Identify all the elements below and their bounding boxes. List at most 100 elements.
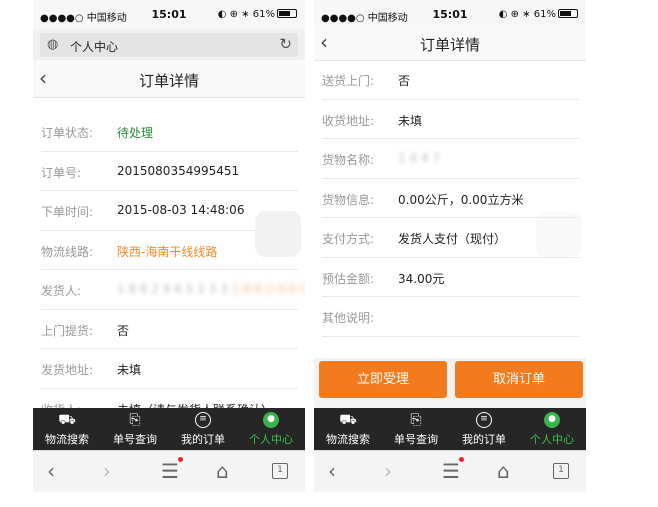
tab-bar: ⛟ 物流搜索 ⎘ 单号查询 ≡ 我的订单 ● 个人中心 — [33, 408, 305, 450]
phone-screen-left: ●●●●○ 中国移动 15:01 ◐ ⊕ ∗ 61% ◍ 个人中心 ↻ ‹ 订单… — [33, 0, 305, 492]
tab-label: 个人中心 — [249, 433, 293, 446]
status-bar: ●●●●○ 中国移动 15:01 ◐ ⊕ ∗ 61% — [314, 0, 586, 24]
battery-indicator: ◐ ⊕ ∗ 61% — [218, 9, 297, 20]
truck-icon: ⛟ — [58, 412, 76, 428]
row-pickup: 上门提货: 否 — [41, 310, 298, 349]
list-icon: ≡ — [195, 412, 211, 428]
row-label: 货物信息: — [322, 192, 375, 207]
list-icon: ≡ — [476, 412, 492, 428]
url-field[interactable]: ◍ 个人中心 ↻ — [40, 33, 298, 57]
tab-logistics-search[interactable]: ⛟ 物流搜索 — [33, 408, 101, 450]
row-label: 下单时间: — [41, 205, 94, 219]
tab-bar: ⛟ 物流搜索 ⎘ 单号查询 ≡ 我的订单 ● 个人中心 — [314, 408, 586, 450]
tabs-count-button[interactable]: 1 — [272, 463, 288, 479]
status-bar: ●●●●○ 中国移动 15:01 ◐ ⊕ ∗ 61% — [33, 0, 305, 30]
row-label: 上门提货: — [41, 323, 94, 338]
browser-toolbar: ‹ › ☰ ⌂ 1 — [33, 450, 305, 492]
browser-menu-icon[interactable]: ☰ — [442, 459, 460, 483]
row-receive-address: 收货地址: 未填 — [322, 100, 579, 139]
user-icon: ● — [544, 412, 560, 428]
browser-back-icon[interactable]: ‹ — [47, 459, 55, 483]
tab-profile[interactable]: ● 个人中心 — [237, 408, 305, 450]
globe-icon: ◍ — [47, 37, 59, 52]
browser-back-icon[interactable]: ‹ — [328, 459, 336, 483]
row-order-status: 订单状态: 待处理 — [41, 112, 298, 152]
shipper-value: 1 8 6 2 9 6 5 2 3 3 1 8 6 2 9 6 5 2 3 3 — [117, 282, 305, 296]
browser-forward-icon[interactable]: › — [384, 459, 392, 483]
battery-percent: 61% — [252, 9, 275, 20]
row-label: 预估金额: — [322, 271, 375, 286]
delivery-value: 否 — [398, 74, 411, 88]
row-label: 订单状态: — [41, 126, 94, 140]
tab-my-orders[interactable]: ≡ 我的订单 — [169, 408, 237, 450]
tab-label: 物流搜索 — [45, 433, 89, 446]
estimate-value: 34.00元 — [398, 271, 445, 286]
tabs-count-button[interactable]: 1 — [553, 463, 569, 479]
document-search-icon: ⎘ — [410, 412, 422, 428]
browser-menu-icon[interactable]: ☰ — [161, 459, 179, 483]
truck-icon: ⛟ — [339, 412, 357, 428]
tab-label: 我的订单 — [462, 433, 506, 446]
battery-icon — [558, 9, 578, 18]
row-label: 货物名称: — [322, 153, 375, 167]
logistics-line-value[interactable]: 陕西-海南干线线路 — [117, 243, 217, 260]
row-goods-name: 货物名称: 1 4 4 7 — [322, 139, 579, 179]
nav-bar: ‹ 订单详情 — [33, 60, 305, 98]
order-time-value: 2015-08-03 14:48:06 — [117, 203, 245, 217]
order-detail-list: 订单状态: 待处理 订单号: 2015080354995451 下单时间: 20… — [33, 112, 305, 428]
home-icon[interactable]: ⌂ — [216, 459, 229, 483]
row-ship-address: 发货地址: 未填 — [41, 349, 298, 389]
address-bar: ◍ 个人中心 ↻ — [33, 30, 305, 60]
row-label: 收货地址: — [322, 113, 375, 128]
tab-label: 我的订单 — [181, 433, 225, 446]
row-shipper: 发货人: 1 8 6 2 9 6 5 2 3 3 1 8 6 2 9 6 5 2… — [41, 270, 305, 310]
row-label: 发货人: — [41, 284, 82, 298]
shipper-phone-link-blurred[interactable]: 1 8 6 2 9 6 5 2 3 3 — [232, 282, 305, 296]
row-label: 支付方式: — [322, 232, 375, 246]
receive-address-value: 未填 — [398, 113, 423, 128]
action-bar: 立即受理 取消订单 — [314, 358, 586, 408]
row-label: 物流线路: — [41, 244, 94, 259]
row-notes: 其他说明: — [322, 297, 579, 337]
order-detail-list: 送货上门: 否 收货地址: 未填 货物名称: 1 4 4 7 货物信息: 0.0… — [314, 60, 586, 337]
ship-address-value: 未填 — [117, 363, 142, 377]
nav-bar: ‹ 订单详情 — [314, 24, 586, 61]
row-estimate: 预估金额: 34.00元 — [322, 258, 579, 297]
notification-dot — [459, 457, 464, 462]
row-label: 订单号: — [41, 165, 82, 180]
floating-assistive-button[interactable] — [536, 211, 582, 257]
tab-my-orders[interactable]: ≡ 我的订单 — [450, 408, 518, 450]
battery-percent: 61% — [533, 9, 556, 20]
notification-dot — [178, 457, 183, 462]
home-icon[interactable]: ⌂ — [497, 459, 510, 483]
row-label: 送货上门: — [322, 74, 375, 88]
reload-icon[interactable]: ↻ — [279, 35, 292, 53]
row-delivery: 送货上门: 否 — [322, 60, 579, 100]
goods-info-value: 0.00公斤，0.00立方米 — [398, 192, 524, 207]
tab-label: 单号查询 — [394, 433, 438, 446]
browser-toolbar: ‹ › ☰ ⌂ 1 — [314, 450, 586, 492]
tab-label: 个人中心 — [530, 433, 574, 446]
tab-logistics-search[interactable]: ⛟ 物流搜索 — [314, 408, 382, 450]
order-status-value: 待处理 — [117, 126, 154, 140]
document-search-icon: ⎘ — [129, 412, 141, 428]
goods-name-value: 1 4 4 7 — [398, 151, 440, 165]
tab-label: 单号查询 — [113, 433, 157, 446]
row-order-number: 订单号: 2015080354995451 — [41, 152, 298, 191]
cancel-order-button[interactable]: 取消订单 — [455, 361, 583, 398]
battery-icon — [277, 9, 297, 18]
payment-value: 发货人支付（现付） — [398, 232, 507, 246]
pickup-value: 否 — [117, 323, 130, 338]
browser-forward-icon[interactable]: › — [103, 459, 111, 483]
url-text: 个人中心 — [70, 40, 119, 54]
order-number-value: 2015080354995451 — [117, 163, 240, 178]
floating-assistive-button[interactable] — [255, 211, 301, 257]
shipper-phone-blurred: 1 8 6 2 9 6 5 2 3 3 — [117, 282, 228, 296]
tab-label: 物流搜索 — [326, 433, 370, 446]
accept-order-button[interactable]: 立即受理 — [319, 361, 447, 398]
page-title: 订单详情 — [138, 72, 199, 90]
tab-tracking-query[interactable]: ⎘ 单号查询 — [382, 408, 450, 450]
tab-tracking-query[interactable]: ⎘ 单号查询 — [101, 408, 169, 450]
user-icon: ● — [263, 412, 279, 428]
tab-profile[interactable]: ● 个人中心 — [518, 408, 586, 450]
